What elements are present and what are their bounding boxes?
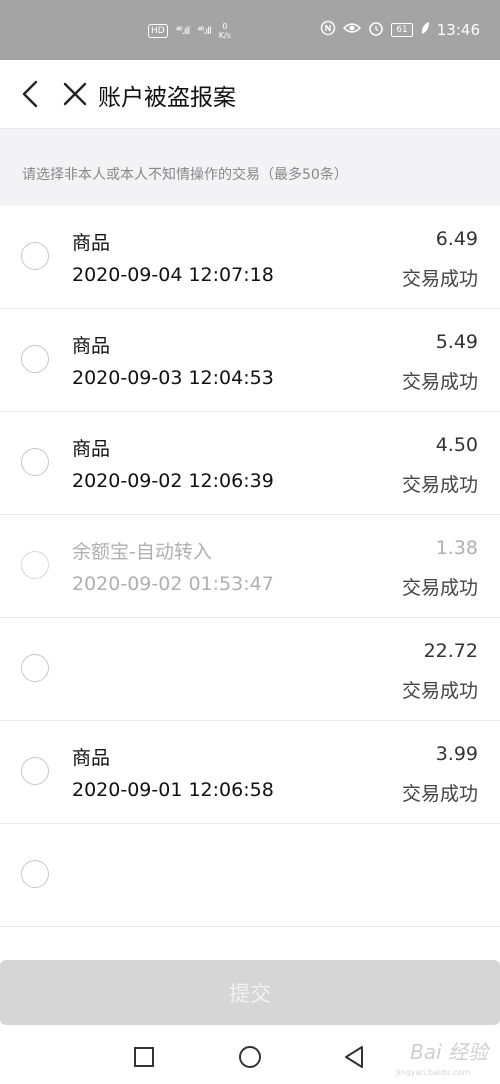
transaction-row[interactable]: 商品 2020-09-01 12:06:58 3.99 交易成功	[0, 721, 500, 824]
transaction-name: 余额宝-自动转入	[72, 541, 212, 563]
home-button[interactable]	[237, 1044, 263, 1070]
hd-badge: HD	[148, 24, 168, 38]
transaction-status: 交易成功	[401, 268, 478, 290]
submit-button[interactable]: 提交	[0, 960, 500, 1025]
transaction-row[interactable]: 商品 2020-09-04 12:07:18 6.49 交易成功	[0, 206, 500, 309]
select-radio[interactable]	[21, 654, 49, 682]
network-speed: 0 K/s	[219, 22, 231, 40]
signal-icon-1: ⁴⁶.ıll	[175, 25, 190, 37]
select-radio[interactable]	[21, 860, 49, 888]
watermark-logo: Bai 经验	[410, 1040, 488, 1064]
nfc-icon	[320, 20, 336, 40]
submit-area: 提交	[0, 950, 500, 1030]
transaction-date: 2020-09-03 12:04:53	[72, 367, 274, 389]
back-button[interactable]	[18, 78, 46, 110]
transaction-amount: 22.72	[423, 640, 478, 662]
close-icon	[63, 82, 87, 106]
transaction-date: 2020-09-02 12:06:39	[72, 470, 274, 492]
leaf-icon	[420, 21, 430, 39]
transaction-date: 2020-09-01 12:06:58	[72, 779, 274, 801]
back-nav-button[interactable]	[342, 1044, 368, 1070]
recents-button[interactable]	[131, 1044, 157, 1070]
select-radio[interactable]	[21, 242, 49, 270]
top-nav-bar: 账户被盗报案	[0, 60, 500, 128]
transaction-date: 2020-09-02 01:53:47	[72, 573, 274, 595]
network-speed-value: 0	[222, 22, 228, 31]
transaction-date: 2020-09-04 12:07:18	[72, 264, 274, 286]
transaction-row[interactable]	[0, 824, 500, 927]
hint-area: 请选择非本人或本人不知情操作的交易（最多50条）	[0, 128, 500, 206]
status-bar: HD ⁴⁶.ıll ⁴⁶.ıll 0 K/s 61 13:46	[0, 0, 500, 60]
select-radio[interactable]	[21, 757, 49, 785]
status-time: 13:46	[436, 21, 480, 39]
watermark-url: jingyan.baidu.com	[396, 1068, 470, 1077]
transaction-amount: 3.99	[435, 743, 478, 765]
transaction-list: 商品 2020-09-04 12:07:18 6.49 交易成功 商品 2020…	[0, 206, 500, 927]
network-speed-unit: K/s	[218, 31, 231, 40]
select-radio[interactable]	[21, 448, 49, 476]
transaction-name: 商品	[72, 747, 111, 769]
transaction-status: 交易成功	[401, 783, 478, 805]
eye-icon	[343, 21, 362, 39]
triangle-back-icon	[345, 1046, 363, 1068]
transaction-amount: 6.49	[435, 228, 478, 250]
status-indicators: HD ⁴⁶.ıll ⁴⁶.ıll 0 K/s	[148, 22, 231, 40]
hint-text: 请选择非本人或本人不知情操作的交易（最多50条）	[22, 167, 348, 183]
transaction-name: 商品	[72, 335, 111, 357]
transaction-status: 交易成功	[401, 474, 478, 496]
transaction-name: 商品	[72, 438, 111, 460]
status-right: 61 13:46	[320, 20, 480, 40]
transaction-amount: 5.49	[435, 331, 478, 353]
chevron-left-icon	[22, 80, 38, 108]
circle-icon	[239, 1046, 261, 1068]
system-nav-bar: Bai 经验 jingyan.baidu.com	[0, 1030, 500, 1084]
transaction-row[interactable]: 22.72 交易成功	[0, 618, 500, 721]
select-radio[interactable]	[21, 345, 49, 373]
square-icon	[134, 1047, 154, 1067]
transaction-name: 商品	[72, 232, 111, 254]
transaction-row[interactable]: 商品 2020-09-02 12:06:39 4.50 交易成功	[0, 412, 500, 515]
page-title: 账户被盗报案	[98, 85, 236, 111]
transaction-status: 交易成功	[401, 371, 478, 393]
alarm-icon	[368, 20, 384, 40]
transaction-amount: 4.50	[435, 434, 478, 456]
transaction-status: 交易成功	[401, 577, 478, 599]
transaction-amount: 1.38	[435, 537, 478, 559]
transaction-row[interactable]: 余额宝-自动转入 2020-09-02 01:53:47 1.38 交易成功	[0, 515, 500, 618]
transaction-row[interactable]: 商品 2020-09-03 12:04:53 5.49 交易成功	[0, 309, 500, 412]
select-radio[interactable]	[21, 551, 49, 579]
close-button[interactable]	[60, 78, 90, 110]
transaction-status: 交易成功	[401, 680, 478, 702]
signal-icon-2: ⁴⁶.ıll	[197, 25, 211, 37]
battery-indicator: 61	[391, 23, 413, 37]
